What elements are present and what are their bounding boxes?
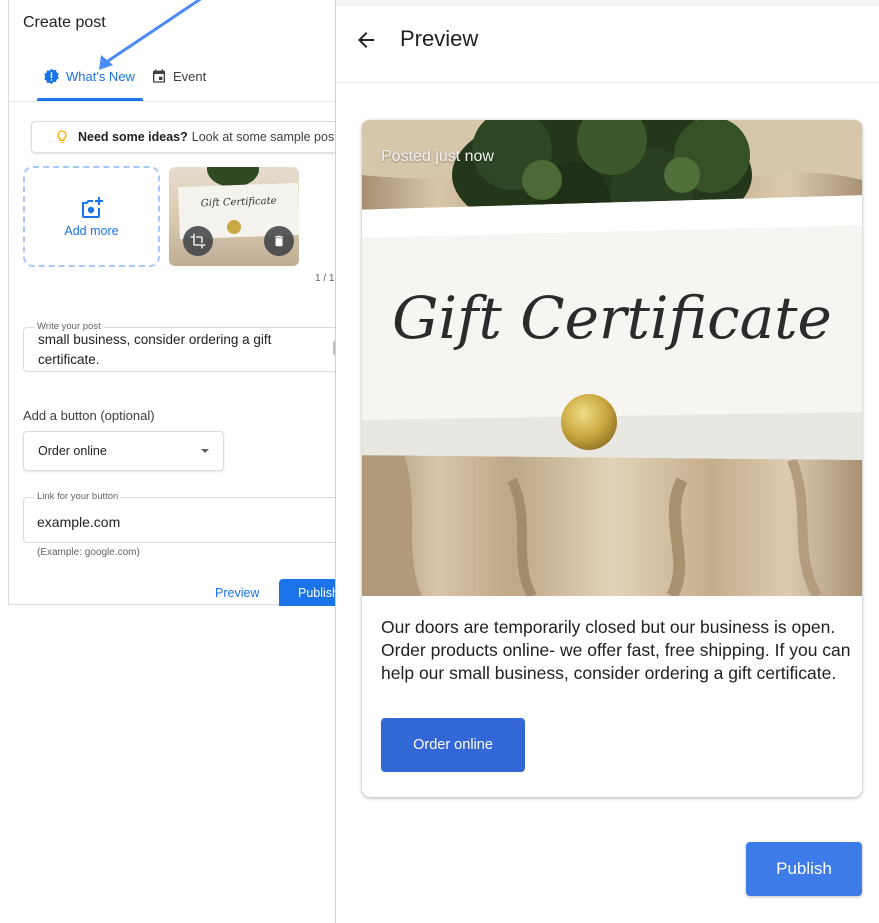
button-type-select[interactable]: Order online xyxy=(23,431,224,471)
button-type-value: Order online xyxy=(38,444,107,458)
post-image: Gift Certificate Posted just now xyxy=(362,120,862,596)
create-post-panel: Create post What's New Event Need some i… xyxy=(8,0,388,606)
link-field-value[interactable]: example.com xyxy=(37,514,120,530)
dropdown-caret-icon xyxy=(201,449,209,453)
crop-icon xyxy=(190,233,206,249)
preview-button[interactable]: Preview xyxy=(215,586,259,600)
delete-photo-button[interactable] xyxy=(264,226,294,256)
link-hint: (Example: google.com) xyxy=(37,547,140,558)
annotation-arrow xyxy=(99,0,202,70)
info-badge-icon xyxy=(44,68,59,85)
photo-counter: 1 / 1 xyxy=(315,273,335,284)
posted-label: Posted just now xyxy=(381,148,494,165)
post-description: Our doors are temporarily closed but our… xyxy=(381,617,851,683)
publish-button[interactable]: Publish xyxy=(746,842,862,896)
create-post-title: Create post xyxy=(23,14,106,31)
crop-button[interactable] xyxy=(183,226,213,256)
post-preview-card: Gift Certificate Posted just now Our doo… xyxy=(362,120,862,797)
preview-title: Preview xyxy=(400,26,479,51)
ideas-bold: Need some ideas? xyxy=(78,130,188,144)
gift-certificate-illustration: Gift Certificate xyxy=(362,120,862,596)
preview-header: Preview xyxy=(336,0,879,83)
order-online-button[interactable]: Order online xyxy=(381,718,525,772)
ideas-link[interactable]: Look at some sample posts. xyxy=(192,130,348,144)
add-more-label: Add more xyxy=(64,223,119,238)
sample-ideas-bar[interactable]: Need some ideas? Look at some sample pos… xyxy=(31,121,361,153)
back-arrow-icon[interactable] xyxy=(354,28,378,52)
certificate-script-text: Gift Certificate xyxy=(392,284,832,352)
thumb-seal xyxy=(227,220,241,234)
link-field-label: Link for your button xyxy=(34,491,122,502)
link-field[interactable]: Link for your button example.com xyxy=(23,491,353,543)
add-photo-icon xyxy=(81,196,103,218)
lightbulb-icon xyxy=(57,130,67,143)
add-button-label: Add a button (optional) xyxy=(23,408,155,423)
tabs-divider xyxy=(9,101,387,102)
photo-thumbnail[interactable]: Gift Certificate xyxy=(169,167,299,266)
write-post-field[interactable]: Write your post small business, consider… xyxy=(23,321,343,372)
post-text-value[interactable]: small business, consider ordering a gift… xyxy=(38,330,323,370)
delete-icon xyxy=(274,235,284,247)
preview-panel: Preview Gift Certificate Posted just now… xyxy=(335,0,879,923)
add-more-photos-button[interactable]: Add more xyxy=(23,166,160,267)
